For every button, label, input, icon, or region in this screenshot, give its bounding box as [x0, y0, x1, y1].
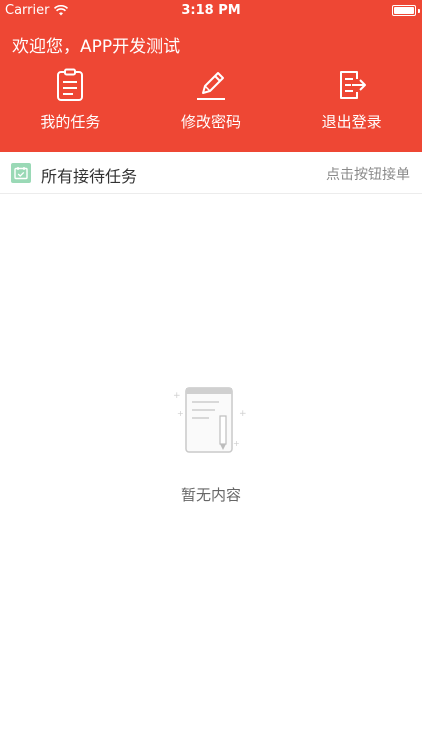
- svg-text:+: +: [239, 409, 247, 419]
- logout-icon: [339, 71, 366, 99]
- section-header: 所有接待任务 点击按钮接单: [0, 152, 422, 194]
- my-tasks-button[interactable]: 我的任务: [0, 68, 141, 140]
- clipboard-icon: [57, 68, 84, 101]
- empty-text: 暂无内容: [180, 486, 241, 504]
- pencil-icon: [197, 72, 225, 100]
- notebook-icon: + + + +: [173, 387, 247, 453]
- app-header: Carrier 3:18 PM 欢迎您，APP开发测试 我的任务 修改密码 退出…: [0, 0, 422, 152]
- battery-cap: [418, 9, 420, 13]
- change-password-label: 修改密码: [181, 113, 242, 131]
- change-password-button[interactable]: 修改密码: [141, 68, 282, 140]
- battery-icon: [392, 5, 416, 16]
- section-title: 所有接待任务: [41, 167, 138, 186]
- my-tasks-label: 我的任务: [40, 113, 101, 131]
- empty-state: + + + + 暂无内容: [0, 380, 422, 505]
- welcome-text: 欢迎您，APP开发测试: [12, 37, 181, 57]
- svg-text:+: +: [233, 439, 240, 448]
- battery-level: [394, 7, 414, 14]
- status-bar: Carrier 3:18 PM: [0, 0, 422, 22]
- logout-label: 退出登录: [321, 113, 382, 131]
- accept-order-hint[interactable]: 点击按钮接单: [326, 164, 410, 184]
- svg-text:+: +: [177, 409, 184, 418]
- status-time: 3:18 PM: [181, 3, 241, 18]
- svg-text:+: +: [173, 391, 181, 401]
- header-actions: 我的任务 修改密码 退出登录: [0, 68, 422, 140]
- calendar-icon: [11, 163, 31, 183]
- logout-button[interactable]: 退出登录: [281, 68, 422, 140]
